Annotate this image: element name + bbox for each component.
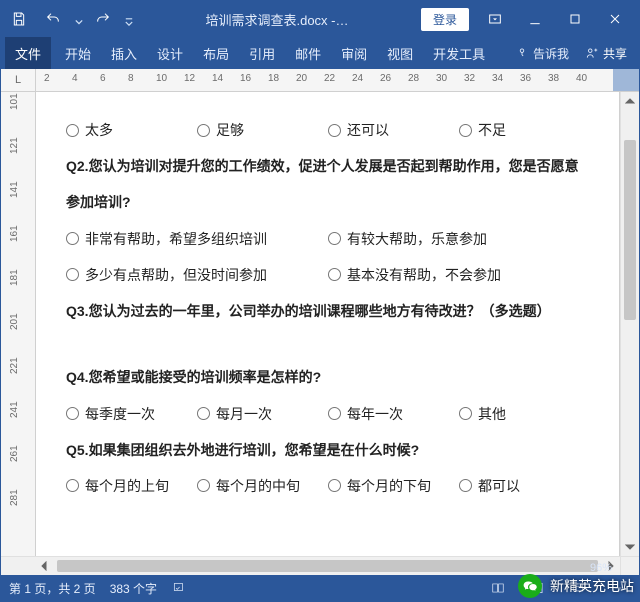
radio-option[interactable]: 足够 (197, 120, 328, 140)
tab-developer[interactable]: 开发工具 (423, 37, 495, 69)
read-mode-icon[interactable] (485, 578, 511, 598)
ribbon-options-icon[interactable] (475, 1, 515, 37)
radio-option[interactable]: 还可以 (328, 120, 459, 140)
ruler-corner: L (1, 69, 36, 91)
tab-file[interactable]: 文件 (5, 37, 51, 69)
undo-more-icon[interactable] (75, 15, 83, 23)
tab-insert[interactable]: 插入 (101, 37, 147, 69)
tab-layout[interactable]: 布局 (193, 37, 239, 69)
watermark-overlay: 新精英充电站 (518, 574, 634, 598)
radio-option[interactable]: 基本没有帮助，不会参加 (328, 265, 590, 285)
title-bar: 培训需求调查表.docx -… 登录 (1, 1, 639, 37)
share-button[interactable]: 共享 (577, 37, 635, 69)
tab-view[interactable]: 视图 (377, 37, 423, 69)
zoom-percent[interactable]: 96% (590, 562, 612, 574)
scroll-down-icon (621, 538, 639, 556)
radio-option[interactable]: 每季度一次 (66, 404, 197, 424)
word-count[interactable]: 383 个字 (110, 580, 157, 597)
radio-option[interactable]: 有较大帮助，乐意参加 (328, 229, 590, 249)
radio-option[interactable]: 非常有帮助，希望多组织培训 (66, 229, 328, 249)
document-title: 培训需求调查表.docx -… (133, 10, 421, 29)
q4-options: 每季度一次 每月一次 每年一次 其他 (66, 396, 590, 432)
ruler-horizontal: L 246810121416182022242628303234363840 (1, 69, 639, 92)
horizontal-scrollbar[interactable] (35, 556, 620, 575)
tab-home[interactable]: 开始 (55, 37, 101, 69)
question-5: Q5.如果集团组织去外地进行培训，您希望是在什么时候? (66, 432, 590, 468)
wechat-icon (518, 574, 542, 598)
ribbon-tabs: 文件 开始 插入 设计 布局 引用 邮件 审阅 视图 开发工具 告诉我 共享 (1, 37, 639, 69)
tab-design[interactable]: 设计 (147, 37, 193, 69)
radio-option[interactable]: 其他 (459, 404, 590, 424)
minimize-icon[interactable] (515, 1, 555, 37)
tab-review[interactable]: 审阅 (331, 37, 377, 69)
close-icon[interactable] (595, 1, 635, 37)
ruler-vertical: 101121141161181201221241261281 (1, 92, 36, 556)
radio-option[interactable]: 多少有点帮助，但没时间参加 (66, 265, 328, 285)
radio-option[interactable]: 不足 (459, 120, 590, 140)
login-button[interactable]: 登录 (421, 8, 469, 31)
document-area[interactable]: 太多 足够 还可以 不足 Q2.您认为培训对提升您的工作绩效，促进个人发展是否起… (36, 92, 620, 556)
spellcheck-icon[interactable] (171, 580, 187, 597)
radio-option[interactable]: 太多 (66, 120, 197, 140)
undo-icon[interactable] (39, 5, 67, 33)
tab-references[interactable]: 引用 (239, 37, 285, 69)
qat-customize-icon[interactable] (125, 15, 133, 23)
tell-me[interactable]: 告诉我 (507, 37, 577, 69)
radio-option[interactable]: 每个月的上旬 (66, 476, 197, 496)
scroll-thumb (624, 140, 636, 320)
radio-option[interactable]: 每个月的下旬 (328, 476, 459, 496)
radio-option[interactable]: 每年一次 (328, 404, 459, 424)
window-controls (475, 1, 635, 37)
scroll-thumb (57, 560, 598, 572)
question-4: Q4.您希望或能接受的培训频率是怎样的? (66, 359, 590, 395)
scroll-up-icon (621, 92, 639, 110)
tab-mailings[interactable]: 邮件 (285, 37, 331, 69)
scroll-left-icon (35, 557, 53, 575)
question-3: Q3.您认为过去的一年里，公司举办的培训课程哪些地方有待改进？（多选题） (66, 293, 590, 329)
save-icon[interactable] (5, 5, 33, 33)
question-2: Q2.您认为培训对提升您的工作绩效，促进个人发展是否起到帮助作用，您是否愿意参加… (66, 148, 590, 221)
radio-option[interactable]: 每月一次 (197, 404, 328, 424)
quick-access-toolbar (5, 5, 133, 33)
radio-option[interactable]: 都可以 (459, 476, 590, 496)
q2-options: 非常有帮助，希望多组织培训 有较大帮助，乐意参加 多少有点帮助，但没时间参加 基… (66, 221, 590, 293)
page-indicator[interactable]: 第 1 页，共 2 页 (9, 580, 96, 597)
q5-options: 每个月的上旬 每个月的中旬 每个月的下旬 都可以 (66, 468, 590, 504)
q1-options: 太多 足够 还可以 不足 (66, 112, 590, 148)
watermark-text: 新精英充电站 (550, 576, 634, 596)
vertical-scrollbar[interactable] (620, 92, 639, 556)
page: 太多 足够 还可以 不足 Q2.您认为培训对提升您的工作绩效，促进个人发展是否起… (36, 92, 620, 556)
redo-icon[interactable] (89, 5, 117, 33)
maximize-icon[interactable] (555, 1, 595, 37)
radio-option[interactable]: 每个月的中旬 (197, 476, 328, 496)
